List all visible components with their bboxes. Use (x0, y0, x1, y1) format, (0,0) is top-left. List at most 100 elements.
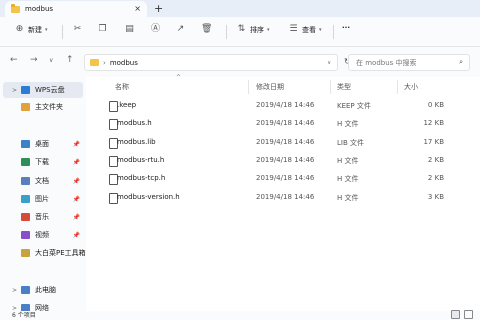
new-tab-button[interactable]: + (154, 2, 163, 15)
file-size: 12 KB (423, 119, 444, 128)
folder-icon (11, 3, 20, 13)
sidebar-item[interactable]: > 此电脑 (0, 282, 86, 298)
chevron-down-icon: ▾ (267, 26, 270, 33)
divider (397, 80, 398, 94)
file-name: modbus-version.h (117, 192, 180, 201)
file-row[interactable]: modbus.h 2019/4/18 14:46 H 文件 12 KB (100, 115, 470, 133)
folder-icon (21, 103, 30, 111)
file-type: H 文件 (337, 175, 359, 184)
sidebar-item[interactable]: 桌面 📌 (0, 136, 86, 152)
pin-icon[interactable]: 📌 (73, 141, 80, 148)
folder-icon (21, 195, 30, 203)
pin-icon[interactable]: 📌 (73, 196, 80, 203)
column-date[interactable]: 修改日期 (256, 82, 284, 92)
sidebar-item[interactable]: 视频 📌 (0, 227, 86, 243)
share-button[interactable]: ↗ (175, 24, 186, 35)
copy-button[interactable]: ❐ (97, 24, 108, 35)
folder-icon (21, 213, 30, 221)
status-bar: 6 个项目 (0, 311, 480, 320)
folder-icon (21, 86, 30, 94)
sidebar-item[interactable]: 文档 📌 (0, 173, 86, 189)
divider (330, 80, 331, 94)
pin-icon[interactable]: 📌 (73, 214, 80, 221)
column-name[interactable]: 名称 (115, 82, 129, 92)
view-icon: ☰ (289, 24, 298, 34)
sort-ascending-icon: ^ (176, 74, 182, 81)
tiles-view-icon[interactable] (464, 310, 473, 319)
file-row[interactable]: modbus-rtu.h 2019/4/18 14:46 H 文件 2 KB (100, 152, 470, 170)
new-label: 新建 (28, 25, 42, 34)
folder-icon (21, 158, 30, 166)
sidebar-item[interactable]: > WPS云盘 (3, 82, 83, 98)
up-icon[interactable]: ↑ (66, 55, 74, 65)
paste-button[interactable]: ▤ (124, 24, 135, 35)
recent-chevron-icon[interactable]: ∨ (49, 57, 53, 64)
sidebar-item-label: 音乐 (35, 213, 49, 221)
column-type[interactable]: 类型 (337, 82, 351, 92)
close-tab-icon[interactable]: × (134, 4, 141, 13)
file-name: modbus.h (117, 119, 152, 128)
pin-icon[interactable]: 📌 (73, 159, 80, 166)
file-date: 2019/4/18 14:46 (256, 137, 315, 146)
file-size: 2 KB (427, 174, 444, 183)
chevron-down-icon: ▾ (45, 26, 48, 33)
chevron-down-icon[interactable]: ∨ (327, 60, 331, 66)
folder-icon (90, 59, 99, 66)
file-row[interactable]: modbus-version.h 2019/4/18 14:46 H 文件 3 KB (100, 189, 470, 207)
sidebar-item[interactable]: 大白菜PE工具箱 (0, 245, 86, 261)
delete-button[interactable]: 🗑 (201, 24, 212, 35)
divider (62, 25, 63, 39)
breadcrumb-folder[interactable]: modbus (110, 59, 138, 67)
address-bar[interactable]: › modbus ∨ (84, 54, 338, 71)
folder-icon (21, 231, 30, 239)
expand-chevron-icon[interactable]: > (12, 287, 21, 294)
sidebar-item[interactable]: 下载 📌 (0, 154, 86, 170)
sidebar-item[interactable]: 主文件夹 (0, 99, 86, 115)
navigation-pane: > WPS云盘 主文件夹 桌面 📌 下载 📌 文档 📌 图片 📌 音乐 📌 视频 📌 大白菜PE工具箱 > 此电脑… (0, 77, 86, 312)
folder-icon (21, 249, 30, 257)
sidebar-item[interactable]: 图片 📌 (0, 191, 86, 207)
sidebar-item[interactable]: 音乐 📌 (0, 209, 86, 225)
file-type: KEEP 文件 (337, 102, 371, 110)
file-date: 2019/4/18 14:46 (256, 101, 315, 109)
search-icon: ⌕ (459, 58, 463, 66)
forward-icon[interactable]: → (30, 55, 38, 65)
column-size[interactable]: 大小 (404, 82, 418, 92)
folder-icon (21, 177, 30, 185)
file-type: LIB 文件 (337, 138, 364, 147)
more-button[interactable]: ··· (342, 24, 350, 32)
pin-icon[interactable]: 📌 (73, 232, 80, 239)
file-size: 2 KB (427, 155, 444, 164)
file-row[interactable]: .keep 2019/4/18 14:46 KEEP 文件 0 KB (100, 97, 470, 115)
tab-title: modbus (25, 5, 54, 13)
sort-label: 排序 (250, 25, 264, 34)
scrollbar[interactable] (470, 77, 478, 311)
rename-icon: Ⓐ (150, 24, 160, 34)
file-date: 2019/4/18 14:46 (256, 192, 315, 201)
sidebar-item-label: 主文件夹 (35, 103, 63, 111)
new-button[interactable]: ⊕ 新建 ▾ (14, 24, 48, 35)
sidebar-item-label: 文档 (35, 177, 49, 185)
search-input[interactable]: 在 modbus 中搜索 ⌕ (348, 54, 470, 71)
file-size: 3 KB (427, 192, 444, 201)
sort-button[interactable]: ⇅ 排序 ▾ (236, 24, 270, 35)
rename-button[interactable]: Ⓐ (150, 24, 161, 35)
expand-chevron-icon[interactable]: > (12, 87, 21, 94)
view-button[interactable]: ☰ 查看 ▾ (288, 24, 321, 35)
sidebar-item-label: 视频 (35, 231, 49, 239)
details-view-icon[interactable] (451, 310, 460, 319)
file-size: 17 KB (423, 137, 444, 146)
copy-icon: ❐ (98, 24, 107, 34)
file-row[interactable]: modbus-tcp.h 2019/4/18 14:46 H 文件 2 KB (100, 170, 470, 188)
folder-icon (21, 286, 30, 294)
sidebar-item-label: WPS云盘 (35, 86, 65, 94)
tab-modbus[interactable]: modbus × (5, 1, 147, 17)
breadcrumb-chevron-icon: › (103, 58, 106, 67)
divider (248, 80, 249, 94)
plus-circle-icon: ⊕ (15, 24, 24, 34)
back-icon[interactable]: ← (10, 55, 18, 65)
file-row[interactable]: modbus.lib 2019/4/18 14:46 LIB 文件 17 KB (100, 134, 470, 152)
pin-icon[interactable]: 📌 (73, 178, 80, 185)
cut-button[interactable]: ✂ (72, 24, 83, 35)
command-bar: ⊕ 新建 ▾ ✂ ❐ ▤ Ⓐ ↗ 🗑 ⇅ 排序 ▾ ☰ 查看 ▾ ··· (0, 17, 480, 47)
